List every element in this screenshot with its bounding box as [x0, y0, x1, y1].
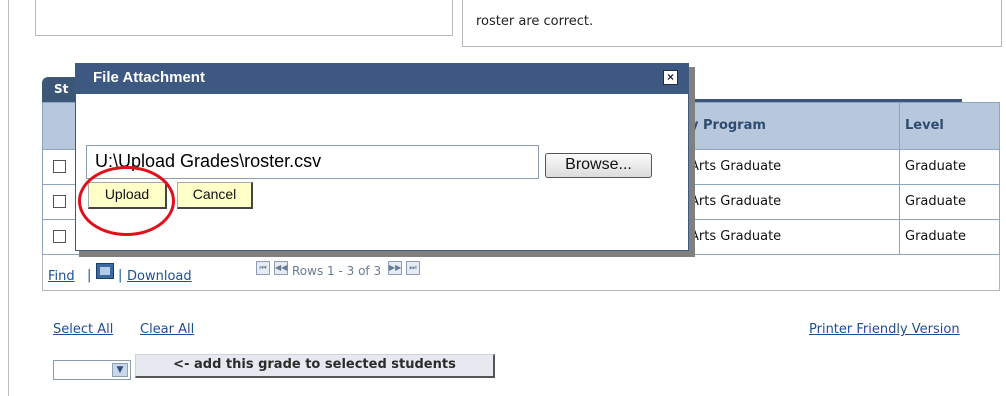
- column-header-level[interactable]: Level: [905, 103, 944, 149]
- page-left-border: [8, 0, 9, 396]
- chevron-down-icon: ▼: [112, 363, 128, 377]
- dialog-title: File Attachment: [93, 69, 205, 86]
- download-spreadsheet-icon[interactable]: [96, 263, 114, 279]
- grid-column-divider: [899, 103, 900, 255]
- download-link[interactable]: Download: [127, 269, 192, 284]
- row-program: Arts Graduate: [690, 194, 782, 209]
- close-icon[interactable]: ×: [663, 70, 678, 85]
- dialog-title-bar[interactable]: File Attachment: [76, 64, 688, 94]
- rows-count: Rows 1 - 3 of 3: [292, 264, 382, 278]
- select-all-link[interactable]: Select All: [53, 322, 113, 337]
- instructions-text: roster are correct.: [476, 14, 594, 29]
- add-grade-button[interactable]: <- add this grade to selected students: [135, 354, 495, 378]
- row-level: Graduate: [905, 159, 966, 174]
- tab-label: St: [54, 82, 69, 96]
- row-level: Graduate: [905, 194, 966, 209]
- top-left-panel: [35, 0, 453, 36]
- clear-all-link[interactable]: Clear All: [140, 322, 194, 337]
- row-checkbox[interactable]: [53, 230, 66, 243]
- separator: |: [87, 268, 92, 283]
- row-program: Arts Graduate: [690, 159, 782, 174]
- previous-page-icon[interactable]: ◀◀: [274, 261, 288, 275]
- row-checkbox[interactable]: [53, 160, 66, 173]
- instructions-panel: roster are correct.: [462, 0, 1002, 47]
- highlight-circle: [78, 166, 175, 236]
- printer-friendly-link[interactable]: Printer Friendly Version: [809, 322, 960, 337]
- column-header-program[interactable]: y Program: [690, 103, 766, 149]
- row-program: Arts Graduate: [690, 229, 782, 244]
- separator: |: [118, 268, 123, 283]
- next-page-icon[interactable]: ▶▶: [388, 261, 402, 275]
- cancel-button[interactable]: Cancel: [177, 182, 253, 209]
- last-page-icon[interactable]: ⏭: [406, 261, 420, 275]
- row-level: Graduate: [905, 229, 966, 244]
- row-checkbox[interactable]: [53, 195, 66, 208]
- browse-button[interactable]: Browse...: [545, 153, 652, 178]
- find-link[interactable]: Find: [48, 269, 75, 284]
- grade-dropdown[interactable]: ▼: [53, 360, 131, 380]
- first-page-icon[interactable]: ⏮: [256, 261, 270, 275]
